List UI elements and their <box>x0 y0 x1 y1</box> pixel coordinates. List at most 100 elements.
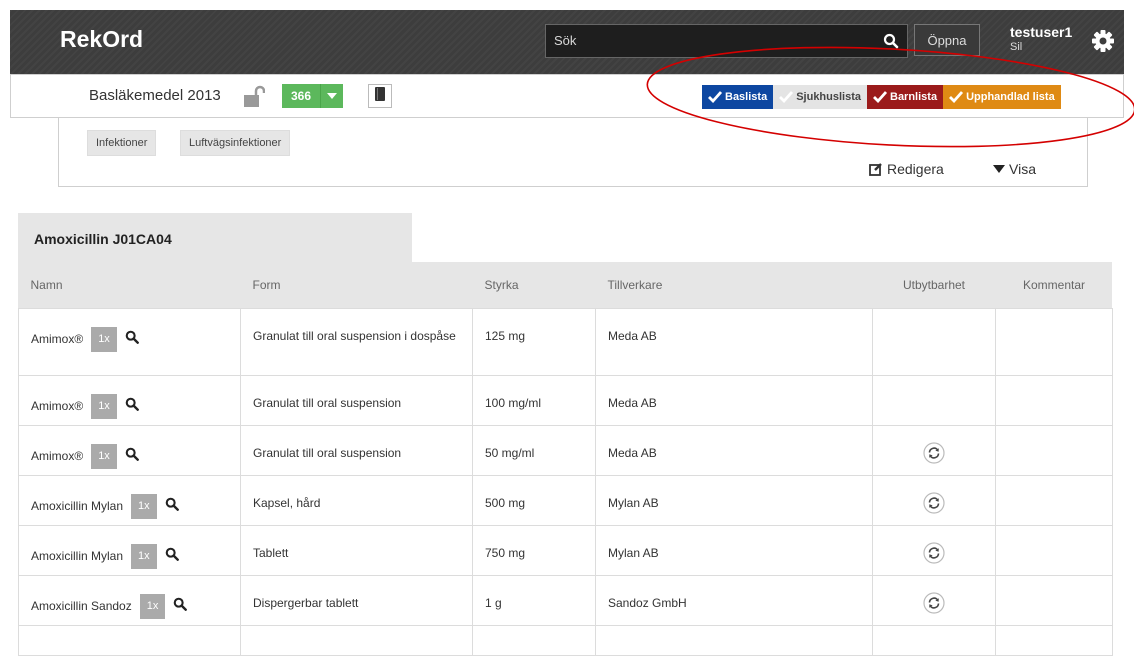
search-icon[interactable] <box>883 33 899 54</box>
interchangeability-cell <box>872 475 996 526</box>
drug-name[interactable]: Amoxicillin Sandoz <box>31 597 132 616</box>
refresh-icon[interactable] <box>923 542 945 570</box>
name-cell: Amimox® 1x <box>18 308 241 376</box>
table-body: Amimox® 1x Granulat till oral suspension i… <box>18 308 1113 656</box>
quantity-badge[interactable]: 1x <box>91 394 117 419</box>
book-icon <box>374 86 386 106</box>
quantity-badge[interactable]: 1x <box>131 494 157 519</box>
search-icon[interactable] <box>125 330 139 350</box>
search-icon[interactable] <box>165 547 179 567</box>
drug-title: Amoxicillin J01CA04 <box>34 231 172 247</box>
book-button[interactable] <box>368 84 392 108</box>
strength-cell: 100 mg/ml <box>472 375 596 426</box>
form-cell: Dispergerbar tablett <box>240 575 473 626</box>
comment-cell <box>995 475 1113 526</box>
name-group: Amimox® 1x <box>31 394 240 419</box>
interchangeability-cell <box>872 425 996 476</box>
show-toggle[interactable]: Visa <box>993 161 1036 177</box>
column-header: Form <box>252 278 281 292</box>
form-cell: Granulat till oral suspension <box>240 375 473 426</box>
check-icon <box>873 91 887 103</box>
search-input[interactable]: Sök <box>545 24 908 58</box>
filter-barnlista[interactable]: Barnlista <box>867 85 944 109</box>
filter-label: Barnlista <box>890 91 938 103</box>
name-group: Amimox® 1x <box>31 327 240 352</box>
gear-icon[interactable] <box>1091 29 1115 58</box>
filter-upphandlad-lista[interactable]: Upphandlad lista <box>943 85 1061 109</box>
comment-cell <box>995 525 1113 576</box>
drug-tab[interactable]: Amoxicillin J01CA04 <box>18 213 412 262</box>
name-group: Amimox® 1x <box>31 444 240 469</box>
count-dropdown[interactable]: 366 <box>282 84 344 108</box>
table-row[interactable]: Amoxicillin Sandoz 1x Dispergerbar tablett… <box>18 575 1113 626</box>
quantity-badge[interactable]: 1x <box>91 444 117 469</box>
comment-cell <box>995 425 1113 476</box>
manufacturer-cell: Meda AB <box>595 425 873 476</box>
tag-infektioner[interactable]: Infektioner <box>87 130 157 156</box>
drug-name[interactable]: Amoxicillin Mylan <box>31 547 123 566</box>
drug-name[interactable]: Amimox® <box>31 447 83 466</box>
refresh-icon[interactable] <box>923 492 945 520</box>
quantity-badge[interactable]: 1x <box>91 327 117 352</box>
strength-cell: 500 mg <box>472 475 596 526</box>
check-icon <box>779 91 794 103</box>
quantity-badge[interactable]: 1x <box>139 594 166 619</box>
refresh-icon[interactable] <box>923 442 945 470</box>
name-cell: Amoxicillin Sandoz 1x <box>18 575 241 626</box>
table-row[interactable]: Amoxicillin Mylan 1x Tablett 750 mg Mylan AB <box>18 525 1113 576</box>
manufacturer-cell: Sandoz GmbH <box>595 575 873 626</box>
table-row[interactable]: Amimox® 1x Granulat till oral suspension i… <box>18 308 1113 376</box>
interchangeability-cell <box>872 575 996 626</box>
caret-down-icon[interactable] <box>320 84 343 108</box>
edit-link[interactable]: Redigera <box>869 161 944 177</box>
list-title: Basläkemedel 2013 <box>89 87 221 104</box>
drug-name[interactable]: Amimox® <box>31 330 83 349</box>
comment-cell <box>995 308 1113 376</box>
list-filters: Baslista Sjukhuslista Barnlista Upphandl… <box>702 85 1061 109</box>
check-icon <box>949 91 964 103</box>
unlock-icon[interactable] <box>243 85 266 114</box>
show-label: Visa <box>1009 161 1036 177</box>
filter-label: Upphandlad lista <box>966 91 1055 103</box>
user-subtitle: Sil <box>1010 41 1023 53</box>
column-header: Tillverkare <box>607 278 663 292</box>
strength-cell: 1 g <box>472 575 596 626</box>
table-header-row: Namn Form Styrka Tillverkare Utbytbarhet… <box>19 262 1113 309</box>
filter-sjukhuslista[interactable]: Sjukhuslista <box>773 85 867 109</box>
app-logo[interactable]: RekOrd <box>60 26 143 53</box>
name-group: Amoxicillin Sandoz 1x <box>31 594 240 619</box>
table-row[interactable]: Amoxicillin Mylan 1x Kapsel, hård 500 mg Myl… <box>18 475 1113 526</box>
search-icon[interactable] <box>173 597 188 617</box>
interchangeability-cell <box>872 375 996 426</box>
search-icon[interactable] <box>125 447 139 467</box>
strength-cell: 750 mg <box>472 525 596 576</box>
filter-baslista[interactable]: Baslista <box>702 85 774 109</box>
search-icon[interactable] <box>165 497 179 517</box>
filter-label: Sjukhuslista <box>796 91 861 103</box>
count-value: 366 <box>291 89 312 103</box>
manufacturer-cell: Meda AB <box>595 375 873 426</box>
user-name: testuser1 <box>1010 24 1073 40</box>
refresh-icon[interactable] <box>923 592 945 620</box>
name-group: Amoxicillin Mylan 1x <box>31 544 240 569</box>
column-header: Styrka <box>484 278 519 292</box>
category-panel: Infektioner Luftvägsinfektioner Redigera… <box>58 118 1088 187</box>
table-row[interactable]: Amimox® 1x Granulat till oral suspension 50… <box>18 425 1113 476</box>
column-header: Namn <box>30 278 63 292</box>
form-cell: Tablett <box>240 525 473 576</box>
drug-name[interactable]: Amoxicillin Mylan <box>31 497 123 516</box>
open-button[interactable]: Öppna <box>914 24 980 56</box>
user-menu[interactable]: testuser1 Sil <box>1010 24 1072 53</box>
list-toolbar: Basläkemedel 2013 366 Baslista Sjukhusli… <box>10 74 1124 118</box>
drug-name[interactable]: Amimox® <box>31 397 83 416</box>
manufacturer-cell: Mylan AB <box>595 475 873 526</box>
table-row[interactable]: Amimox® 1x Granulat till oral suspension 10… <box>18 375 1113 426</box>
quantity-badge[interactable]: 1x <box>131 544 157 569</box>
caret-down-icon <box>993 165 1005 173</box>
search-icon[interactable] <box>125 397 139 417</box>
strength-cell: 50 mg/ml <box>472 425 596 476</box>
comment-cell <box>995 575 1113 626</box>
name-cell: Amoxicillin Mylan 1x <box>18 475 241 526</box>
filter-label: Baslista <box>725 91 768 103</box>
tag-luftvagsinfektioner[interactable]: Luftvägsinfektioner <box>180 130 291 156</box>
